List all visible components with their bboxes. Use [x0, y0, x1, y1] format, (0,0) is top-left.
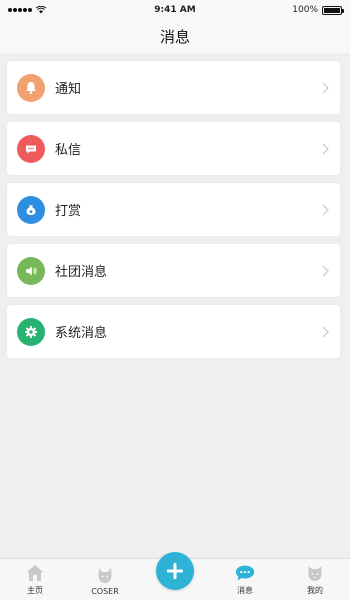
status-time: 9:41 AM — [154, 5, 196, 15]
chevron-right-icon — [322, 326, 329, 337]
chevron-right-icon — [322, 265, 329, 276]
chevron-right-icon — [322, 204, 329, 215]
reward-icon — [17, 195, 45, 224]
list-item-reward[interactable]: 打赏 — [7, 183, 340, 236]
tab-home[interactable]: 主页 — [0, 558, 70, 600]
list-item-club-message[interactable]: 社团消息 — [7, 244, 340, 297]
list-item-notification[interactable]: 通知 — [7, 61, 340, 114]
status-left — [8, 6, 128, 14]
page-title: 消息 — [159, 28, 190, 46]
coser-icon — [94, 565, 116, 585]
screen: 9:41 AM 100% 消息 通知 私信 打赏 社团消息 系统消息 主页 CO… — [0, 0, 350, 600]
message-icon — [234, 563, 256, 583]
add-button[interactable] — [156, 552, 194, 590]
chevron-right-icon — [322, 82, 329, 93]
chevron-right-icon — [322, 143, 329, 154]
speaker-icon — [17, 256, 45, 285]
tab-profile[interactable]: 我的 — [280, 558, 350, 600]
tab-label: 主页 — [27, 586, 43, 595]
status-right: 100% — [222, 5, 344, 15]
status-bar: 9:41 AM 100% — [0, 0, 350, 20]
home-icon — [24, 563, 46, 583]
list-item-label: 社团消息 — [55, 265, 108, 280]
battery-icon — [322, 5, 344, 15]
tab-messages[interactable]: 消息 — [210, 558, 280, 600]
signal-icon — [8, 8, 32, 12]
list-item-label: 私信 — [55, 143, 82, 158]
nav-bar: 消息 — [0, 20, 350, 53]
list-item-label: 系统消息 — [55, 326, 108, 341]
battery-percent: 100% — [292, 5, 318, 15]
message-category-list: 通知 私信 打赏 社团消息 系统消息 — [7, 61, 340, 366]
list-item-label: 打赏 — [55, 204, 82, 219]
wifi-icon — [36, 6, 46, 14]
plus-icon — [167, 563, 183, 579]
tab-add[interactable] — [140, 552, 210, 600]
list-item-label: 通知 — [55, 82, 82, 97]
tab-label: 我的 — [307, 586, 323, 595]
tab-label: COSER — [91, 587, 119, 596]
profile-icon — [304, 563, 326, 583]
gear-icon — [17, 317, 45, 346]
chat-icon — [17, 134, 45, 163]
tab-bar: 主页 COSER 消息 我的 — [0, 552, 350, 600]
bell-icon — [17, 73, 45, 102]
list-item-private-message[interactable]: 私信 — [7, 122, 340, 175]
battery-level — [324, 7, 340, 13]
tab-label: 消息 — [237, 586, 253, 595]
tab-coser[interactable]: COSER — [70, 558, 140, 600]
list-item-system-message[interactable]: 系统消息 — [7, 305, 340, 358]
